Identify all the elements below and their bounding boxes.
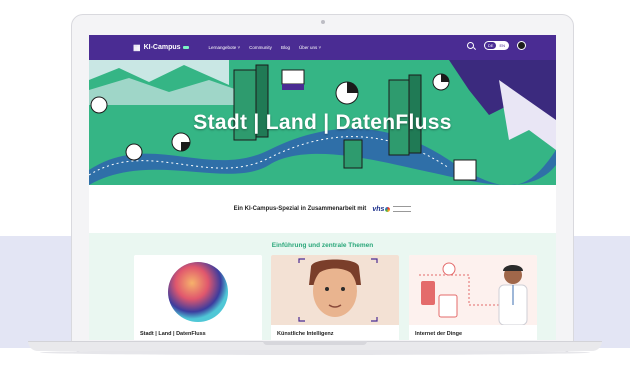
- menu-community[interactable]: Community: [249, 45, 272, 50]
- avatar-icon[interactable]: [517, 41, 526, 50]
- vhs-tagline: [393, 206, 412, 212]
- iot-doctor-image: [409, 255, 537, 325]
- language-switch[interactable]: DE EN: [483, 41, 509, 50]
- laptop-notch: [263, 341, 367, 345]
- grid-logo-icon: ▦: [133, 43, 141, 52]
- topic-card-title: Künstliche Intelligenz: [277, 331, 334, 337]
- top-navigation: ▦ KI-Campus Lernangebote ˅ Community Blo…: [89, 35, 556, 60]
- vhs-dots-icon: [385, 206, 391, 212]
- hero-banner: Stadt | Land | DatenFluss: [89, 60, 556, 185]
- topic-card-stadt-land[interactable]: Stadt | Land | DatenFluss: [134, 255, 262, 340]
- partner-text: Ein KI-Campus-Spezial in Zusammenarbeit …: [233, 206, 367, 212]
- topic-card-title: Internet der Dinge: [415, 331, 463, 337]
- lang-en[interactable]: EN: [496, 42, 508, 49]
- topics-heading: Einführung und zentrale Themen: [271, 242, 374, 249]
- vhs-logo-text: vhs: [372, 205, 385, 213]
- lang-de[interactable]: DE: [484, 42, 497, 49]
- camera-icon: [321, 20, 325, 24]
- topic-card-title: Stadt | Land | DatenFluss: [140, 331, 206, 337]
- face-scan-image: [271, 255, 399, 325]
- hero-title: Stadt | Land | DatenFluss: [193, 111, 452, 134]
- gradient-sphere-image: [134, 255, 262, 325]
- topic-card-iot[interactable]: Internet der Dinge: [409, 255, 537, 340]
- topics-section: Einführung und zentrale Themen Stadt | L…: [89, 233, 556, 340]
- menu-ueber-uns[interactable]: Über uns ˅: [299, 45, 321, 50]
- laptop-shadow: [40, 350, 590, 355]
- nav-actions: DE EN: [466, 41, 526, 50]
- menu-blog[interactable]: Blog: [281, 45, 290, 50]
- menu-lernangebote[interactable]: Lernangebote ˅: [209, 45, 241, 50]
- main-menu: Lernangebote ˅ Community Blog Über uns ˅: [209, 45, 331, 50]
- logo-badge: [182, 46, 189, 49]
- site-logo[interactable]: ▦ KI-Campus: [133, 43, 189, 52]
- vhs-logo[interactable]: vhs: [372, 205, 412, 213]
- partner-strip: Ein KI-Campus-Spezial in Zusammenarbeit …: [89, 185, 556, 233]
- topic-card-ki[interactable]: Künstliche Intelligenz: [271, 255, 399, 340]
- logo-text: KI-Campus: [143, 44, 181, 51]
- search-icon[interactable]: [466, 42, 474, 49]
- laptop-screen: ▦ KI-Campus Lernangebote ˅ Community Blo…: [89, 35, 556, 340]
